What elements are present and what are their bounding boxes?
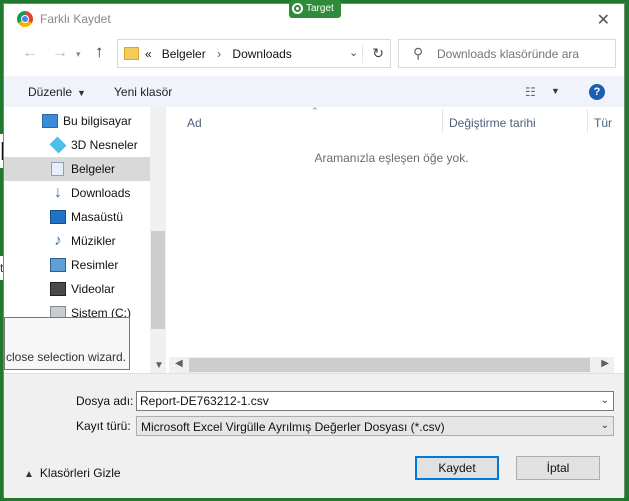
nav-item-downloads[interactable]: ↓ Downloads bbox=[4, 181, 150, 205]
up-arrow-icon[interactable]: ↑ bbox=[95, 42, 104, 62]
recent-locations-chevron-icon[interactable]: ▾ bbox=[76, 49, 81, 60]
toolbar: Düzenle ▼ Yeni klasör ☷ ▼ ? bbox=[4, 76, 624, 107]
forward-arrow-icon[interactable]: → bbox=[52, 44, 68, 62]
search-box[interactable]: ⚲ bbox=[398, 39, 616, 68]
close-icon[interactable]: ✕ bbox=[597, 10, 610, 30]
column-divider[interactable] bbox=[587, 109, 588, 133]
help-icon[interactable]: ? bbox=[589, 84, 605, 100]
selection-wizard-tooltip: close selection wizard. bbox=[4, 317, 130, 370]
filename-field[interactable]: ⌄ bbox=[136, 391, 614, 411]
nav-item-label: Belgeler bbox=[71, 162, 116, 176]
save-form: Dosya adı: ⌄ Kayıt türü: Microsoft Excel… bbox=[4, 373, 624, 498]
column-header-modified[interactable]: Değiştirme tarihi bbox=[449, 116, 536, 130]
search-icon: ⚲ bbox=[413, 45, 424, 61]
new-folder-button[interactable]: Yeni klasör bbox=[114, 85, 172, 99]
filename-input[interactable] bbox=[140, 394, 590, 408]
nav-item-label: 3D Nesneler bbox=[71, 138, 138, 152]
back-arrow-icon[interactable]: ← bbox=[22, 44, 38, 62]
download-arrow-icon: ↓ bbox=[54, 184, 62, 201]
organize-label: Düzenle bbox=[28, 85, 73, 99]
caret-down-icon: ▼ bbox=[77, 88, 86, 98]
target-icon bbox=[292, 3, 303, 14]
pictures-icon bbox=[50, 258, 66, 272]
nav-item-label: Müzikler bbox=[71, 234, 116, 248]
file-type-select[interactable]: Microsoft Excel Virgülle Ayrılmış Değerl… bbox=[136, 416, 614, 436]
save-button[interactable]: Kaydet bbox=[415, 456, 499, 480]
organize-menu[interactable]: Düzenle ▼ bbox=[28, 85, 86, 99]
hide-folders-label: Klasörleri Gizle bbox=[39, 466, 121, 480]
filename-label: Dosya adı: bbox=[76, 394, 134, 408]
nav-item-label: Videolar bbox=[71, 282, 115, 296]
column-header-type[interactable]: Tür bbox=[594, 116, 612, 130]
chevron-up-icon: ▲ bbox=[24, 469, 34, 480]
computer-icon bbox=[42, 114, 58, 128]
scroll-down-icon[interactable]: ▼ bbox=[154, 360, 164, 371]
target-badge: Target bbox=[289, 0, 341, 18]
view-options-icon[interactable]: ☷ bbox=[525, 85, 536, 99]
breadcrumb: « Belgeler › Downloads bbox=[145, 47, 292, 61]
nav-item-3d-objects[interactable]: 3D Nesneler bbox=[4, 133, 150, 157]
nav-item-music[interactable]: ♪ Müzikler bbox=[4, 229, 150, 253]
tooltip-text: close selection wizard. bbox=[6, 350, 127, 364]
document-icon bbox=[51, 162, 64, 176]
desktop-icon bbox=[50, 210, 66, 224]
hide-folders-toggle[interactable]: ▲ Klasörleri Gizle bbox=[24, 466, 121, 480]
empty-results-message: Aramanızla eşleşen öğe yok. bbox=[314, 151, 469, 165]
film-icon bbox=[50, 282, 66, 296]
chevron-down-icon[interactable]: ⌄ bbox=[601, 395, 609, 406]
breadcrumb-overflow[interactable]: « bbox=[145, 47, 152, 61]
nav-item-this-pc[interactable]: Bu bilgisayar bbox=[4, 109, 150, 133]
nav-item-desktop[interactable]: Masaüstü bbox=[4, 205, 150, 229]
view-caret-down-icon[interactable]: ▼ bbox=[551, 86, 560, 96]
refresh-icon[interactable]: ↻ bbox=[362, 45, 384, 63]
breadcrumb-item-downloads[interactable]: Downloads bbox=[232, 47, 291, 61]
column-headers: ⌃ Ad Değiştirme tarihi Tür bbox=[169, 106, 614, 135]
nav-item-label: Bu bilgisayar bbox=[63, 114, 132, 128]
nav-item-pictures[interactable]: Resimler bbox=[4, 253, 150, 277]
search-input[interactable] bbox=[437, 46, 609, 62]
chrome-icon bbox=[17, 11, 33, 27]
nav-item-label: Downloads bbox=[71, 186, 131, 200]
chevron-down-icon[interactable]: ⌄ bbox=[349, 46, 358, 59]
scroll-left-icon[interactable]: ◀ bbox=[175, 358, 183, 369]
nav-item-label: Masaüstü bbox=[71, 210, 124, 224]
scrollbar-thumb[interactable] bbox=[189, 358, 590, 372]
column-divider[interactable] bbox=[442, 109, 443, 133]
column-header-name[interactable]: Ad bbox=[187, 116, 202, 130]
breadcrumb-separator: › bbox=[217, 47, 222, 61]
file-list-pane: ⌃ Ad Değiştirme tarihi Tür Aramanızla eş… bbox=[169, 106, 614, 373]
address-bar[interactable]: « Belgeler › Downloads ⌄ ↻ bbox=[117, 39, 391, 68]
file-type-value: Microsoft Excel Virgülle Ayrılmış Değerl… bbox=[141, 420, 445, 434]
nav-item-videos[interactable]: Videolar bbox=[4, 277, 150, 301]
target-badge-label: Target bbox=[306, 3, 334, 14]
music-note-icon: ♪ bbox=[54, 232, 62, 249]
folder-icon bbox=[124, 47, 139, 60]
horizontal-scrollbar[interactable]: ◀ ▶ bbox=[169, 357, 614, 373]
nav-item-label: Resimler bbox=[71, 258, 119, 272]
nav-item-documents[interactable]: Belgeler bbox=[4, 157, 150, 181]
breadcrumb-item-belgeler[interactable]: Belgeler bbox=[162, 47, 206, 61]
save-as-dialog: Farklı Kaydet ✕ ← → ▾ ↑ « Belgeler › Dow… bbox=[3, 3, 625, 498]
navigation-scrollbar[interactable]: ▼ bbox=[150, 107, 166, 373]
cube-icon bbox=[49, 136, 67, 154]
file-type-label: Kayıt türü: bbox=[76, 419, 131, 433]
scroll-right-icon[interactable]: ▶ bbox=[601, 358, 609, 369]
sort-ascending-icon: ⌃ bbox=[311, 106, 319, 116]
window-title: Farklı Kaydet bbox=[40, 12, 111, 26]
scrollbar-thumb[interactable] bbox=[151, 231, 165, 329]
chevron-down-icon[interactable]: ⌄ bbox=[601, 420, 609, 431]
cancel-button[interactable]: İptal bbox=[516, 456, 600, 480]
